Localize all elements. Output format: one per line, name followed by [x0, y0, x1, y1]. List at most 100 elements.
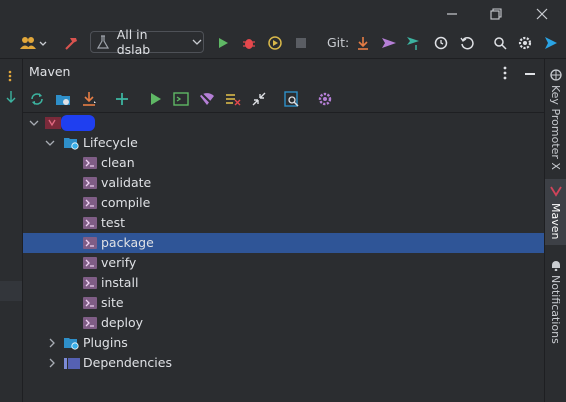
left-tool-strip [0, 59, 23, 402]
maven-goal-icon [83, 297, 97, 309]
chevron-right-icon [49, 338, 55, 348]
toggle-offline-button[interactable] [199, 91, 215, 111]
minimize-icon [525, 73, 535, 75]
plugin-logo-button[interactable] [542, 28, 560, 58]
maven-goal-icon [83, 257, 97, 269]
execute-goal-button[interactable] [173, 91, 189, 111]
history-icon [434, 36, 448, 50]
push-icon [407, 37, 419, 50]
git-label: Git: [327, 35, 350, 50]
vertical-dots-icon [8, 70, 12, 82]
maven-settings-button[interactable] [317, 91, 333, 111]
lifecycle-goal-compile[interactable]: compile [23, 193, 544, 213]
folder-gear-icon [64, 338, 79, 350]
minimize-button[interactable] [443, 5, 461, 23]
download-arrow-icon [358, 37, 368, 50]
hide-panel-button[interactable] [523, 65, 537, 84]
key-promoter-icon [550, 69, 562, 81]
run-icon [219, 38, 228, 48]
folder-gear-icon [64, 138, 79, 150]
scroll-down-button[interactable] [4, 89, 18, 108]
analyze-dependencies-button[interactable] [284, 91, 300, 111]
maven-goal-icon [83, 237, 97, 249]
debug-button[interactable] [240, 28, 258, 58]
gear-icon [318, 92, 332, 106]
terminal-icon [173, 92, 189, 106]
close-button[interactable] [533, 5, 551, 23]
rollback-icon [460, 37, 474, 50]
analyze-icon [284, 91, 299, 107]
search-button[interactable] [491, 28, 509, 58]
maven-icon [550, 186, 562, 197]
build-button[interactable] [62, 28, 80, 58]
arrow-down-icon [6, 91, 16, 103]
gear-icon [518, 36, 532, 50]
run-button[interactable] [214, 28, 232, 58]
tree-row-project-root[interactable] [23, 113, 544, 133]
notifications-tab[interactable]: Notifications [545, 257, 566, 347]
coverage-icon [268, 36, 282, 50]
goal-label: compile [101, 195, 151, 210]
more-options-icon[interactable] [8, 67, 12, 82]
stop-icon [296, 38, 306, 48]
git-push-button[interactable] [405, 28, 423, 58]
title-bar [0, 0, 566, 28]
main-toolbar: All in dslab Git: [0, 27, 566, 59]
goal-label: validate [101, 175, 152, 190]
settings-button[interactable] [516, 28, 534, 58]
plugins-label: Plugins [83, 335, 128, 350]
lifecycle-goal-test[interactable]: test [23, 213, 544, 233]
test-config-icon [97, 35, 109, 49]
goal-label: deploy [101, 315, 144, 330]
panel-options-button[interactable] [503, 65, 507, 84]
tree-row-dependencies[interactable]: Dependencies [23, 353, 544, 373]
skip-tests-button[interactable] [225, 91, 241, 111]
maven-goal-icon [83, 157, 97, 169]
git-history-button[interactable] [432, 28, 450, 58]
chevron-down-icon [45, 140, 55, 146]
maven-project-icon [45, 117, 61, 129]
notifications-label: Notifications [549, 275, 562, 344]
refresh-icon [31, 93, 43, 105]
download-sources-button[interactable] [81, 91, 97, 111]
tree-row-lifecycle[interactable]: Lifecycle [23, 133, 544, 153]
key-promoter-tab[interactable]: Key Promoter X [545, 67, 566, 175]
tree-row-plugins[interactable]: Plugins [23, 333, 544, 353]
lifecycle-goal-clean[interactable]: clean [23, 153, 544, 173]
coverage-button[interactable] [266, 28, 284, 58]
run-configuration-select[interactable]: All in dslab [90, 27, 204, 57]
library-icon [64, 358, 80, 369]
stop-button[interactable] [292, 28, 310, 58]
maven-tab-label: Maven [549, 203, 562, 240]
skip-tests-icon [226, 94, 241, 106]
close-icon [536, 8, 548, 20]
run-maven-build-button[interactable] [147, 91, 163, 111]
collapse-all-button[interactable] [251, 91, 267, 111]
reload-button[interactable] [29, 91, 45, 111]
git-rollback-button[interactable] [458, 28, 476, 58]
generate-sources-button[interactable] [55, 91, 71, 111]
maven-goal-icon [83, 277, 97, 289]
lifecycle-goal-verify[interactable]: verify [23, 253, 544, 273]
add-project-button[interactable] [114, 91, 130, 111]
restore-button[interactable] [487, 5, 505, 23]
plugin-logo-icon [545, 37, 557, 49]
lifecycle-goal-validate[interactable]: validate [23, 173, 544, 193]
lifecycle-label: Lifecycle [83, 135, 138, 150]
lifecycle-goal-site[interactable]: site [23, 293, 544, 313]
redacted-project-name [61, 115, 95, 131]
maven-goal-icon [83, 177, 97, 189]
git-commit-button[interactable] [380, 28, 398, 58]
lifecycle-goal-deploy[interactable]: deploy [23, 313, 544, 333]
run-icon [151, 93, 161, 105]
maven-tab[interactable]: Maven [545, 179, 566, 245]
lifecycle-goal-install[interactable]: install [23, 273, 544, 293]
goal-label: install [101, 275, 139, 290]
users-dropdown-button[interactable] [18, 28, 48, 58]
git-update-button[interactable] [354, 28, 372, 58]
plus-icon [116, 93, 128, 105]
maven-tool-window: Maven Lifecycle clean validate compile t… [23, 59, 544, 402]
run-configuration-label: All in dslab [116, 27, 151, 57]
maven-toolbar [23, 86, 544, 113]
lifecycle-goal-package[interactable]: package [23, 233, 544, 253]
